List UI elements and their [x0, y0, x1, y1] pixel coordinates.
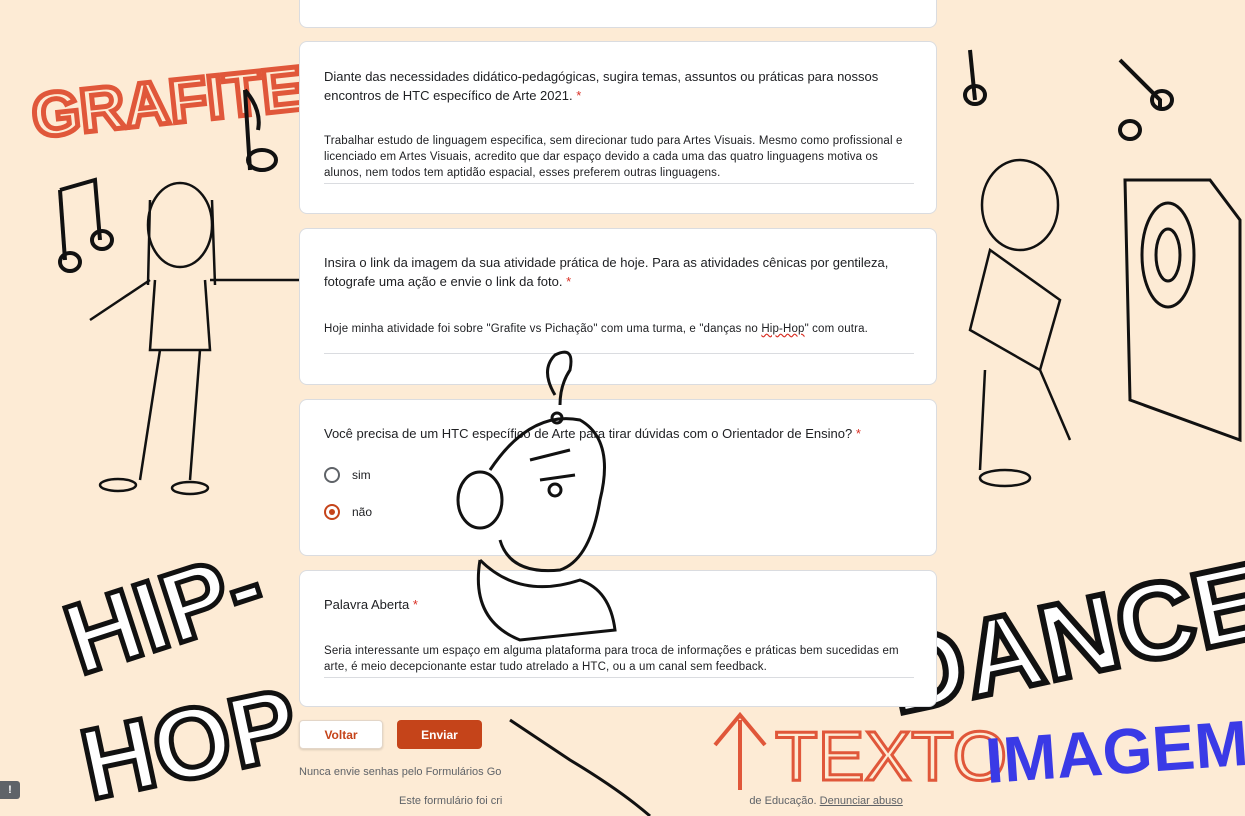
form-created-note: Este formulário foi cri de Educação. Denu… [399, 795, 903, 807]
question-card-htc-needed: Você precisa de um HTC específico de Art… [299, 399, 937, 556]
music-note-right-icon [963, 49, 1174, 141]
hop-doodle-text: HOP [72, 667, 307, 816]
boy-dancer-drawing [968, 158, 1072, 488]
required-asterisk: * [576, 88, 582, 103]
question-title: Diante das necessidades didático-pedagóg… [324, 69, 879, 103]
grafite-doodle-text: GRAFITE [29, 54, 307, 151]
question-title: Insira o link da imagem da sua atividade… [324, 255, 889, 289]
password-warning: Nunca envie senhas pelo Formulários Go [299, 766, 502, 778]
imagem-doodle-text: IMAGEM [983, 707, 1245, 797]
girl-dancer-drawing [89, 181, 300, 496]
required-asterisk: * [412, 597, 418, 612]
radio-checked-icon[interactable] [324, 504, 340, 520]
required-asterisk: * [855, 426, 861, 441]
back-button[interactable]: Voltar [299, 720, 383, 749]
answer-textarea[interactable]: Seria interessante um espaço em alguma p… [324, 643, 914, 678]
music-note-icon [58, 88, 278, 273]
radio-label: sim [352, 468, 371, 482]
arrow-up-drawing [713, 711, 767, 790]
submit-button[interactable]: Enviar [397, 720, 482, 749]
radio-unchecked-icon[interactable] [324, 467, 340, 483]
radio-label: não [352, 505, 373, 519]
speaker-drawing [1123, 178, 1242, 443]
answer-input[interactable]: Hoje minha atividade foi sobre "Grafite … [324, 321, 914, 354]
question-title: Você precisa de um HTC específico de Art… [324, 426, 861, 441]
radio-option-nao[interactable]: não [324, 504, 372, 520]
question-title: Palavra Aberta * [324, 597, 418, 612]
hip-doodle-text: HIP- [52, 528, 277, 696]
report-problem-icon[interactable]: ! [0, 781, 20, 799]
previous-question-card [299, 0, 937, 28]
spellcheck-word: Hip-Hop [761, 323, 805, 335]
required-asterisk: * [566, 274, 572, 289]
question-card-topics: Diante das necessidades didático-pedagóg… [299, 41, 937, 214]
radio-option-sim[interactable]: sim [324, 467, 371, 483]
question-card-image-link: Insira o link da imagem da sua atividade… [299, 228, 937, 385]
report-abuse-link[interactable]: Denunciar abuso [820, 795, 903, 807]
answer-textarea[interactable]: Trabalhar estudo de linguagem especifica… [324, 133, 914, 184]
question-card-open-word: Palavra Aberta * Seria interessante um e… [299, 570, 937, 707]
texto-doodle-text: TEXTO [775, 717, 1007, 795]
